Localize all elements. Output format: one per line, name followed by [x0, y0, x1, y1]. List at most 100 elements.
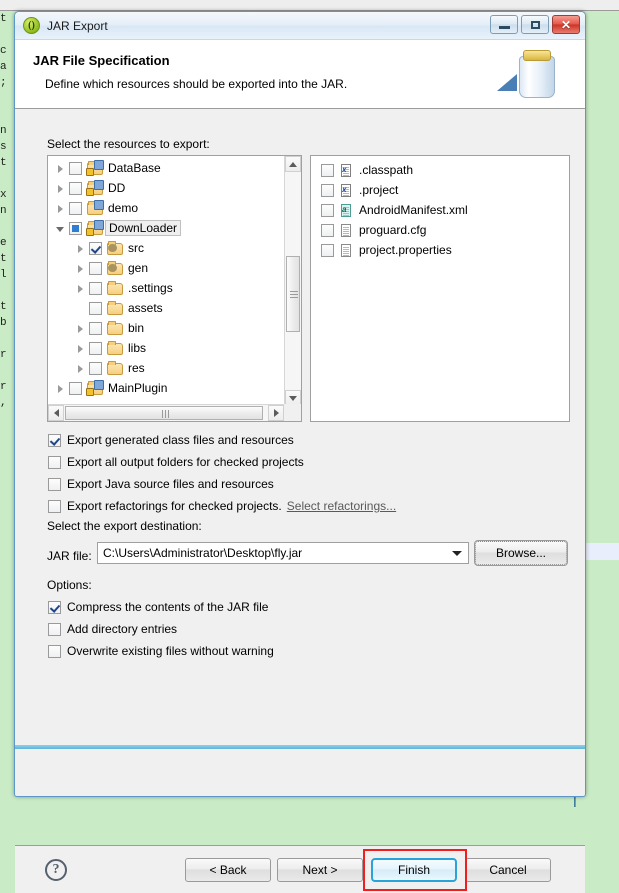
- tree-item-dd[interactable]: DD: [48, 178, 284, 198]
- cancel-button[interactable]: Cancel: [465, 858, 551, 882]
- tree-item-database[interactable]: DataBase: [48, 158, 284, 178]
- back-button[interactable]: < Back: [185, 858, 271, 882]
- tree-checkbox[interactable]: [89, 301, 102, 315]
- tree-item-gen[interactable]: gen: [48, 258, 284, 278]
- option-checkbox[interactable]: [48, 499, 61, 513]
- option-add-directory-entries[interactable]: Add directory entries: [48, 620, 177, 638]
- select-refactorings-link[interactable]: Select refactorings...: [287, 499, 396, 513]
- file-row-proguard[interactable]: proguard.cfg: [315, 220, 468, 240]
- project-folder-icon: [86, 199, 104, 216]
- jar-banner-icon: [493, 42, 571, 106]
- export-option-refactorings[interactable]: Export refactorings for checked projects…: [48, 497, 396, 515]
- maximize-button[interactable]: [521, 15, 549, 34]
- tree-checkbox[interactable]: [89, 281, 102, 295]
- tree-checkbox[interactable]: [89, 321, 102, 335]
- window-controls: ✕: [490, 15, 580, 34]
- jar-file-combobox[interactable]: C:\Users\Administrator\Desktop\fly.jar: [97, 542, 469, 564]
- project-tree-pane[interactable]: DataBase DD demo DownLoader src gen .set…: [47, 155, 302, 422]
- dialog-title: JAR Export: [47, 18, 108, 33]
- finish-button[interactable]: Finish: [371, 858, 457, 882]
- page-title: JAR File Specification: [33, 53, 170, 68]
- scroll-left-button[interactable]: [48, 405, 64, 421]
- file-checkbox[interactable]: [321, 243, 334, 257]
- file-row-classpath[interactable]: x .classpath: [315, 160, 468, 180]
- tree-checkbox[interactable]: [69, 381, 82, 395]
- help-button[interactable]: ?: [45, 859, 67, 881]
- chevron-right-icon[interactable]: [54, 202, 67, 215]
- tree-item-demo[interactable]: demo: [48, 198, 284, 218]
- jar-file-value: C:\Users\Administrator\Desktop\fly.jar: [103, 546, 303, 560]
- chevron-right-icon[interactable]: [74, 322, 87, 335]
- option-checkbox[interactable]: [48, 622, 61, 636]
- tree-checkbox[interactable]: [69, 201, 82, 215]
- dialog-titlebar[interactable]: () JAR Export ✕: [15, 12, 585, 40]
- file-row-project[interactable]: x .project: [315, 180, 468, 200]
- file-checkbox[interactable]: [321, 203, 334, 217]
- chevron-right-icon[interactable]: [74, 262, 87, 275]
- file-row-androidmanifest[interactable]: a AndroidManifest.xml: [315, 200, 468, 220]
- option-overwrite-existing-files[interactable]: Overwrite existing files without warning: [48, 642, 274, 660]
- file-list-pane[interactable]: x .classpath x .project a AndroidManifes…: [310, 155, 570, 422]
- tree-item-res[interactable]: res: [48, 358, 284, 378]
- chevron-right-icon[interactable]: [74, 362, 87, 375]
- minimize-button[interactable]: [490, 15, 518, 34]
- tree-checkbox[interactable]: [89, 261, 102, 275]
- option-checkbox[interactable]: [48, 455, 61, 469]
- browse-button[interactable]: Browse...: [474, 540, 568, 566]
- no-chevron-placeholder: [74, 302, 87, 315]
- file-label: .project: [359, 183, 399, 197]
- export-option-all-output-folders[interactable]: Export all output folders for checked pr…: [48, 453, 304, 471]
- horizontal-scroll-thumb[interactable]: [65, 406, 263, 420]
- option-checkbox[interactable]: [48, 477, 61, 491]
- chevron-right-icon[interactable]: [54, 382, 67, 395]
- chevron-right-icon[interactable]: [54, 162, 67, 175]
- vertical-scroll-thumb[interactable]: [286, 256, 300, 332]
- folder-icon: [106, 340, 123, 356]
- file-list[interactable]: x .classpath x .project a AndroidManifes…: [315, 160, 468, 260]
- file-checkbox[interactable]: [321, 183, 334, 197]
- tree-item-assets[interactable]: assets: [48, 298, 284, 318]
- chevron-right-icon[interactable]: [74, 342, 87, 355]
- project-tree[interactable]: DataBase DD demo DownLoader src gen .set…: [48, 158, 284, 398]
- chevron-right-icon[interactable]: [54, 182, 67, 195]
- chevron-down-icon[interactable]: [448, 545, 466, 561]
- scroll-right-button[interactable]: [268, 405, 284, 421]
- tree-horizontal-scrollbar[interactable]: [48, 404, 301, 421]
- chevron-down-icon[interactable]: [54, 222, 67, 235]
- tree-item-label: DD: [108, 181, 126, 195]
- tree-checkbox[interactable]: [89, 361, 102, 375]
- tree-vertical-scrollbar[interactable]: [284, 156, 301, 406]
- tree-checkbox[interactable]: [89, 341, 102, 355]
- chevron-right-icon[interactable]: [74, 282, 87, 295]
- tree-item-label: libs: [128, 341, 147, 355]
- chevron-right-icon[interactable]: [74, 242, 87, 255]
- file-checkbox[interactable]: [321, 163, 334, 177]
- tree-item-label: assets: [128, 301, 163, 315]
- tree-item-bin[interactable]: bin: [48, 318, 284, 338]
- export-option-java-source-files[interactable]: Export Java source files and resources: [48, 475, 274, 493]
- tree-checkbox[interactable]: [69, 161, 82, 175]
- file-row-projectproperties[interactable]: project.properties: [315, 240, 468, 260]
- option-checkbox[interactable]: [48, 644, 61, 658]
- tree-item-mainplugin[interactable]: MainPlugin: [48, 378, 284, 398]
- tree-checkbox[interactable]: [69, 181, 82, 195]
- file-checkbox[interactable]: [321, 223, 334, 237]
- tree-checkbox[interactable]: [69, 221, 82, 235]
- option-checkbox[interactable]: [48, 600, 61, 614]
- option-checkbox[interactable]: [48, 433, 61, 447]
- tree-checkbox[interactable]: [89, 241, 102, 255]
- caret-right-icon: [273, 409, 279, 417]
- close-button[interactable]: ✕: [552, 15, 580, 34]
- scroll-up-button[interactable]: [285, 156, 301, 172]
- tree-item-settings[interactable]: .settings: [48, 278, 284, 298]
- project-folder-icon: [86, 219, 104, 236]
- tree-item-label: bin: [128, 321, 145, 335]
- export-option-generated-class-files[interactable]: Export generated class files and resourc…: [48, 431, 294, 449]
- option-label: Export all output folders for checked pr…: [67, 455, 304, 469]
- tree-item-src[interactable]: src: [48, 238, 284, 258]
- tree-item-libs[interactable]: libs: [48, 338, 284, 358]
- option-compress-contents[interactable]: Compress the contents of the JAR file: [48, 598, 268, 616]
- next-button[interactable]: Next >: [277, 858, 363, 882]
- tree-item-downloader[interactable]: DownLoader: [48, 218, 284, 238]
- caret-up-icon: [289, 161, 297, 167]
